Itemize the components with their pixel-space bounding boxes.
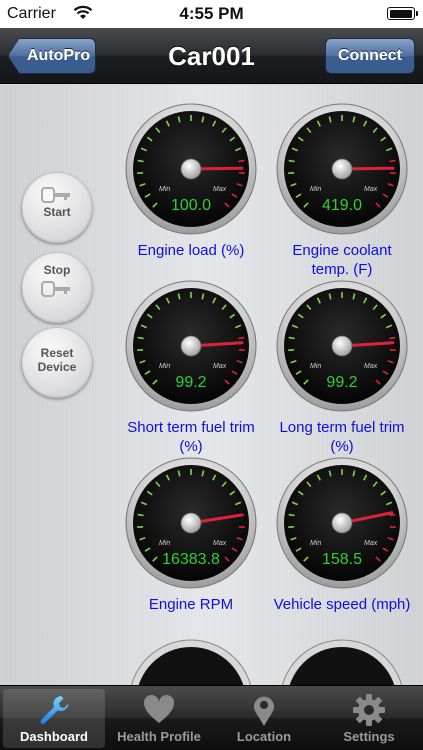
gauge-max-label: Max bbox=[213, 186, 227, 193]
gauge-label-line1: Engine coolant bbox=[292, 242, 392, 259]
gauge-card: Min Max 99.2 Long term fuel trim (%) bbox=[267, 280, 417, 456]
tab-location[interactable]: Location bbox=[213, 689, 315, 748]
gauge-label: Long term fuel trim (%) bbox=[267, 418, 417, 456]
gauge-label-line1: Vehicle speed (mph) bbox=[273, 596, 411, 613]
gauge-value: 99.2 bbox=[175, 374, 206, 391]
stop-label: Stop bbox=[43, 263, 71, 277]
reset-label-line1: Reset bbox=[40, 346, 74, 360]
gauge-value: 419.0 bbox=[322, 197, 362, 214]
tab-health-profile[interactable]: Health Profile bbox=[108, 689, 210, 748]
gauge-hub bbox=[180, 512, 202, 534]
heart-icon bbox=[143, 694, 175, 723]
gauge-dial: Min Max158.5 bbox=[276, 457, 408, 589]
status-bar: Carrier 4:55 PM bbox=[0, 0, 423, 28]
gauge-max-label: Max bbox=[364, 540, 378, 547]
tab-label: Settings bbox=[343, 729, 395, 744]
gauge-value: 158.5 bbox=[322, 551, 362, 568]
gauge-max-label: Max bbox=[213, 363, 227, 370]
tab-label: Dashboard bbox=[20, 729, 88, 744]
key-icon bbox=[41, 281, 70, 297]
start-button[interactable]: Start bbox=[22, 173, 92, 243]
gear-icon bbox=[353, 694, 385, 726]
navigation-bar: AutoPro Car001 Connect bbox=[0, 28, 423, 84]
gauge-min-label: Min bbox=[310, 186, 321, 193]
tab-bar: Dashboard Health Profile Location Settin… bbox=[0, 685, 423, 750]
gauge-label-line2: temp. (F) bbox=[311, 261, 373, 278]
gauge-card: Min Max 419.0 Engine coolant temp. (F) bbox=[267, 103, 417, 279]
gauge-dial: Min Max 99.2 bbox=[276, 280, 408, 412]
gauge-value: 16383.8 bbox=[162, 551, 220, 568]
tab-label: Location bbox=[236, 729, 292, 744]
gauge-card: Min Max 16383.8 Engine RPM bbox=[116, 457, 266, 614]
gauge-label-line2: (%) bbox=[179, 438, 203, 455]
gauge-min-label: Min bbox=[310, 363, 321, 370]
key-icon bbox=[41, 187, 70, 203]
gauge-hub bbox=[331, 512, 353, 534]
dashboard-content[interactable]: Start Stop Reset Device Min Max 100.0 En… bbox=[0, 85, 423, 685]
gauge-value: 100.0 bbox=[171, 197, 211, 214]
gauge-dial: Min Max 99.2 bbox=[125, 280, 257, 412]
gauge-label-line1: Engine load (%) bbox=[137, 242, 245, 259]
gauge-min-label: Min bbox=[310, 540, 321, 547]
tab-dashboard[interactable]: Dashboard bbox=[3, 689, 105, 748]
gauge-hub bbox=[331, 335, 353, 357]
gauge-card: Min Max 158.5 Vehicle speed (mph) bbox=[267, 457, 417, 614]
battery-icon bbox=[387, 7, 418, 20]
map-pin-icon bbox=[254, 696, 274, 726]
connect-button[interactable]: Connect bbox=[325, 38, 415, 74]
gauge-value: 99.2 bbox=[326, 374, 357, 391]
start-label: Start bbox=[43, 205, 71, 219]
gauge-max-label: Max bbox=[364, 186, 378, 193]
gauge-max-label: Max bbox=[213, 540, 227, 547]
gauge-label-line1: Short term fuel trim bbox=[127, 419, 255, 436]
gauge-label: Vehicle speed (mph) bbox=[267, 595, 417, 614]
gauge-hub bbox=[180, 335, 202, 357]
status-time: 4:55 PM bbox=[179, 4, 244, 23]
gauge-dial: Min Max100.0 bbox=[125, 103, 257, 235]
reset-device-button[interactable]: Reset Device bbox=[22, 328, 92, 398]
gauge-min-label: Min bbox=[159, 363, 170, 370]
gauge-hub bbox=[180, 158, 202, 180]
gauge-label-line2: (%) bbox=[330, 438, 354, 455]
stop-button[interactable]: Stop bbox=[22, 253, 92, 323]
gauge-partial-right bbox=[281, 639, 403, 685]
gauge-card: Min Max 99.2 Short term fuel trim (%) bbox=[116, 280, 266, 456]
gauge-min-label: Min bbox=[159, 186, 170, 193]
gauge-label-line1: Engine RPM bbox=[148, 596, 234, 613]
gauge-partial-left bbox=[130, 639, 252, 685]
gauge-label: Short term fuel trim (%) bbox=[116, 418, 266, 456]
gauge-max-label: Max bbox=[364, 363, 378, 370]
gauge-min-label: Min bbox=[159, 540, 170, 547]
tab-settings[interactable]: Settings bbox=[318, 689, 420, 748]
gauge-label-line1: Long term fuel trim bbox=[279, 419, 405, 436]
gauge-hub bbox=[331, 158, 353, 180]
wrench-icon bbox=[40, 696, 69, 724]
reset-label-line2: Device bbox=[37, 360, 77, 374]
gauge-label: Engine coolant temp. (F) bbox=[267, 241, 417, 279]
gauge-label: Engine RPM bbox=[116, 595, 266, 614]
gauge-dial: Min Max 16383.8 bbox=[125, 457, 257, 589]
gauge-card: Min Max 100.0 Engine load (%) bbox=[116, 103, 266, 260]
gauge-dial: Min Max419.0 bbox=[276, 103, 408, 235]
tab-label: Health Profile bbox=[117, 729, 201, 744]
gauge-label: Engine load (%) bbox=[116, 241, 266, 260]
